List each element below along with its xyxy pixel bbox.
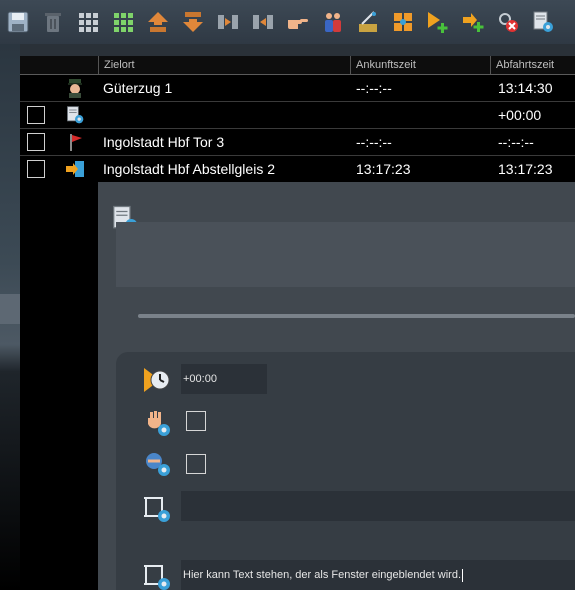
add-waypoint-button[interactable] bbox=[457, 6, 489, 38]
table-row[interactable]: Ingolstadt Hbf Abstellgleis 2 13:17:23 1… bbox=[20, 156, 575, 183]
move-down-button[interactable] bbox=[177, 6, 209, 38]
row-checkbox-cell bbox=[20, 106, 52, 124]
settings-doc-icon bbox=[67, 106, 84, 124]
arrange-button[interactable] bbox=[387, 6, 419, 38]
timetable: Zielort Ankunftszeit Abfahrtszeit Güterz… bbox=[20, 56, 575, 183]
save-icon bbox=[7, 11, 29, 33]
panel-divider bbox=[138, 314, 575, 318]
delete-button[interactable] bbox=[37, 6, 69, 38]
row-departure: 13:17:23 bbox=[498, 161, 553, 177]
pointing-hand-icon bbox=[288, 19, 308, 29]
row-arrival: --:--:-- bbox=[356, 80, 392, 96]
row-checkbox[interactable] bbox=[27, 106, 45, 124]
text-frame-icon bbox=[144, 565, 170, 590]
insert-after-icon bbox=[253, 15, 273, 29]
row-departure: --:--:-- bbox=[498, 134, 534, 150]
insert-after-button[interactable] bbox=[247, 6, 279, 38]
row-icon-cell bbox=[52, 78, 98, 98]
people-icon bbox=[325, 13, 341, 32]
properties-panel: +00:00 Hier kann Text stehen, der als Fe… bbox=[98, 182, 575, 590]
people-button[interactable] bbox=[317, 6, 349, 38]
signal-tool-icon bbox=[359, 11, 377, 32]
insert-before-button[interactable] bbox=[212, 6, 244, 38]
row-checkbox-cell bbox=[20, 133, 52, 151]
settings-button[interactable] bbox=[527, 6, 559, 38]
remove-link-button[interactable] bbox=[492, 6, 524, 38]
trash-icon bbox=[45, 13, 61, 32]
message-text: Hier kann Text stehen, der als Fenster e… bbox=[183, 569, 462, 581]
toolbar bbox=[0, 0, 575, 44]
text-frame-icon bbox=[144, 497, 170, 522]
grid-gray-icon bbox=[79, 13, 98, 32]
row-checkbox[interactable] bbox=[27, 133, 45, 151]
background-left-strip bbox=[0, 44, 20, 590]
clock-play-icon bbox=[144, 368, 170, 392]
row-arrival: --:--:-- bbox=[356, 134, 392, 150]
empty-list-area bbox=[20, 182, 98, 590]
text-field-1[interactable] bbox=[181, 491, 575, 521]
header-arrival[interactable]: Ankunftszeit bbox=[350, 56, 490, 74]
grid-select-button[interactable] bbox=[107, 6, 139, 38]
move-up-button[interactable] bbox=[142, 6, 174, 38]
header-destination[interactable]: Zielort bbox=[98, 56, 350, 74]
move-up-icon bbox=[148, 12, 168, 32]
header-checkbox-col bbox=[20, 56, 52, 74]
add-stop-button[interactable] bbox=[422, 6, 454, 38]
header-icon-col bbox=[52, 56, 98, 74]
row-icon-cell bbox=[52, 132, 98, 152]
grid-green-icon bbox=[114, 13, 133, 32]
signal-tool-button[interactable] bbox=[352, 6, 384, 38]
save-button[interactable] bbox=[2, 6, 34, 38]
row-departure: +00:00 bbox=[498, 107, 542, 123]
row-destination: Ingolstadt Hbf Tor 3 bbox=[103, 134, 225, 150]
arrow-enter-icon bbox=[66, 161, 84, 177]
row-arrival: 13:17:23 bbox=[356, 161, 411, 177]
table-header: Zielort Ankunftszeit Abfahrtszeit bbox=[20, 56, 575, 75]
conductor-icon bbox=[68, 79, 82, 98]
message-text-field[interactable]: Hier kann Text stehen, der als Fenster e… bbox=[181, 560, 575, 590]
table-row[interactable]: Ingolstadt Hbf Tor 3 --:--:-- --:--:-- bbox=[20, 129, 575, 156]
row-destination: Ingolstadt Hbf Abstellgleis 2 bbox=[103, 161, 275, 177]
table-row[interactable]: +00:00 bbox=[20, 102, 575, 129]
row-icon-cell bbox=[52, 159, 98, 179]
table-row[interactable]: Güterzug 1 --:--:-- 13:14:30 bbox=[20, 75, 575, 102]
arrow-add-icon bbox=[463, 13, 484, 32]
hand-stop-icon bbox=[148, 411, 170, 436]
shunt-settings-icon bbox=[146, 453, 170, 476]
header-departure[interactable]: Abfahrtszeit bbox=[490, 56, 575, 74]
move-down-icon bbox=[183, 12, 203, 32]
time-offset-field[interactable]: +00:00 bbox=[181, 364, 267, 394]
flag-icon bbox=[70, 134, 82, 151]
arrows-grid-icon bbox=[394, 13, 412, 31]
settings-doc-icon bbox=[533, 11, 553, 32]
row-departure: 13:14:30 bbox=[498, 80, 553, 96]
shunt-checkbox[interactable] bbox=[186, 454, 206, 474]
play-add-icon bbox=[428, 12, 448, 33]
row-icon-cell bbox=[52, 105, 98, 125]
grid-view-button[interactable] bbox=[72, 6, 104, 38]
text-cursor bbox=[462, 568, 464, 582]
row-checkbox[interactable] bbox=[27, 160, 45, 178]
stop-checkbox[interactable] bbox=[186, 411, 206, 431]
insert-before-icon bbox=[218, 15, 238, 29]
remove-link-icon bbox=[499, 13, 518, 32]
point-button[interactable] bbox=[282, 6, 314, 38]
panel-header-band bbox=[116, 222, 575, 287]
row-checkbox-cell bbox=[20, 160, 52, 178]
row-destination: Güterzug 1 bbox=[103, 80, 173, 96]
